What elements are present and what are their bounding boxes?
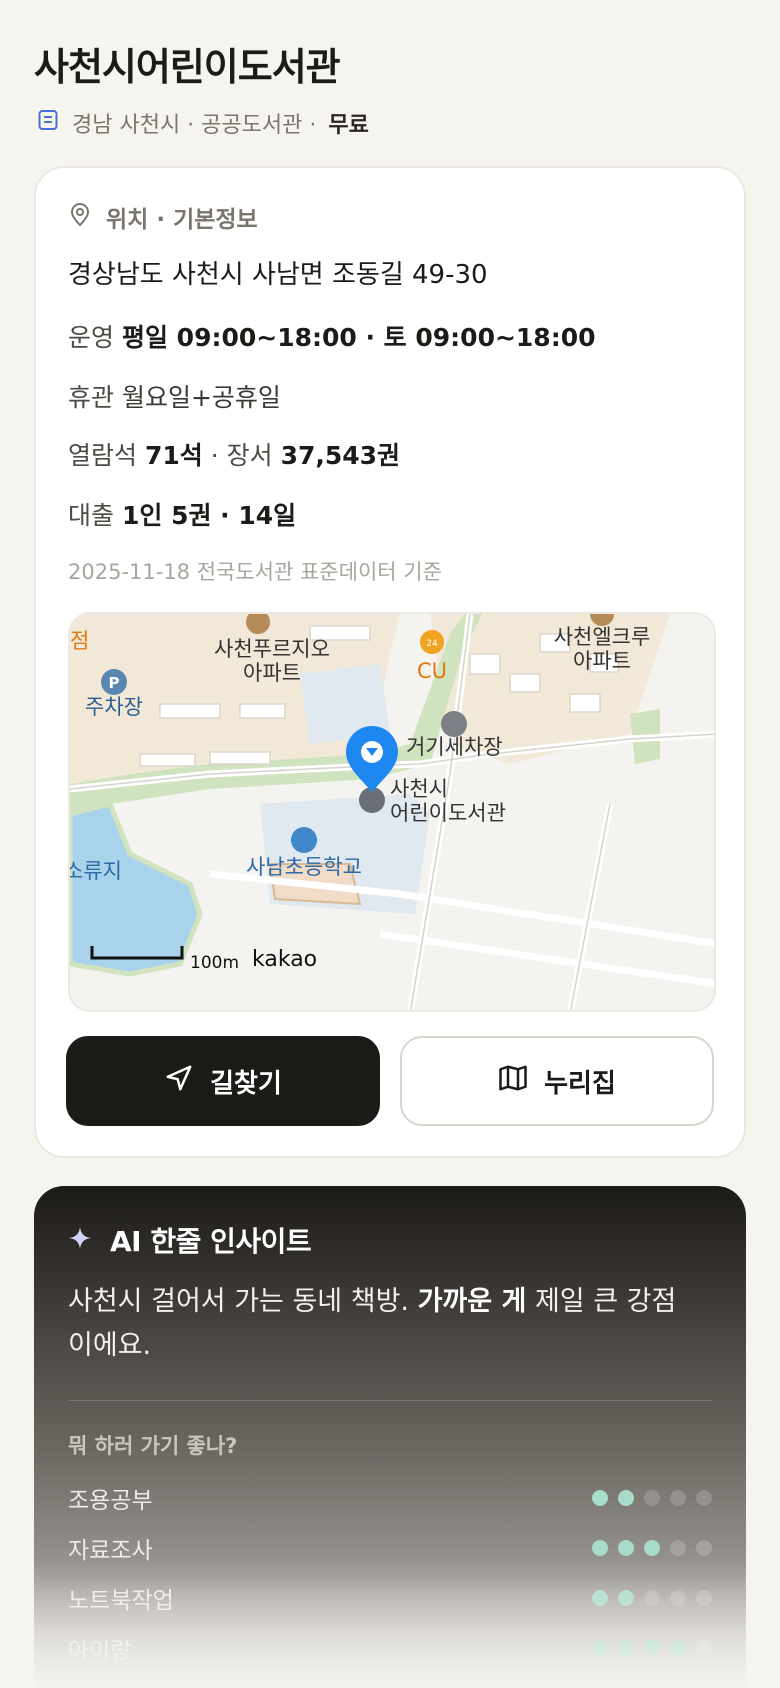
info-section-header: 위치 · 기본정보 [68,201,258,233]
map-label-apt1-name: 사천푸르지오 [214,637,330,661]
divider [68,1400,712,1401]
website-button[interactable]: 누리집 [400,1036,714,1126]
hours-label: 운영 [68,323,115,352]
loan-value: 1인 5권 · 14일 [121,501,297,530]
map-scale-label: 100m [190,953,239,973]
rating-dot [618,1590,634,1606]
hours-value: 평일 09:00~18:00 · 토 09:00~18:00 [121,323,596,352]
activity-row: 자료조사 [68,1532,712,1564]
sparkle-icon [68,1224,92,1257]
map-fold-icon [498,1063,528,1100]
map-label-apt1-suffix: 아파트 [243,661,301,685]
map-provider-logo: kakao [252,947,317,972]
activity-rating [592,1540,712,1556]
activity-row: 노트북작업 [68,1582,712,1614]
activity-name: 아이랑 [68,1638,132,1664]
rating-dot [592,1590,608,1606]
seats-label: 열람석 [68,441,138,470]
rating-dot [618,1490,634,1506]
activity-rating [592,1490,712,1506]
ai-insight-header: AI 한줄 인사이트 [68,1220,312,1260]
map-label-apt2-suffix: 아파트 [573,649,631,673]
rating-dot [696,1640,712,1656]
map-label-library-name: 사천시 [390,777,448,801]
seats-value: 71석 [144,441,203,470]
closed-label: 휴관 [68,383,115,412]
ai-insight-title: AI 한줄 인사이트 [110,1225,312,1258]
activity-name: 노트북작업 [68,1588,174,1614]
books-label: · 장서 [210,441,273,470]
website-label: 누리집 [544,1068,616,1099]
activity-rating [592,1590,712,1606]
map-label-library-suffix: 어린이도서관 [390,801,506,825]
rating-dot [696,1490,712,1506]
page-title: 사천시어린이도서관 [34,45,341,89]
rating-dot [618,1540,634,1556]
activity-row: 조용공부 [68,1482,712,1514]
rating-dot [592,1640,608,1656]
fee-badge: 무료 [328,113,369,138]
rating-dot [644,1540,660,1556]
rating-dot [670,1640,686,1656]
seats-and-books: 열람석 71석 · 장서 37,543권 [68,436,400,472]
document-icon [36,108,60,138]
address: 경상남도 사천시 사남면 조동길 49-30 [68,260,488,290]
rating-dot [670,1540,686,1556]
data-source-note: 2025-11-18 전국도서관 표준데이터 기준 [68,560,442,584]
map-label-carwash: 거기세차장 [406,735,503,759]
loan-label: 대출 [68,501,115,530]
info-card: 위치 · 기본정보 경상남도 사천시 사남면 조동길 49-30 운영 평일 0… [34,166,746,1158]
rating-dot [592,1540,608,1556]
ai-insight-card: AI 한줄 인사이트 사천시 걸어서 가는 동네 책방. 가까운 게 제일 큰 … [34,1186,746,1688]
rating-dot [592,1490,608,1506]
activity-name: 조용공부 [68,1488,153,1514]
directions-label: 길찾기 [210,1068,282,1099]
rating-dot [644,1490,660,1506]
map-label-edge-store: 점 [70,629,89,653]
map-label-apt2-name: 사천엘크루 [554,625,651,649]
map-parking-badge: P [109,674,120,692]
navigation-arrow-icon [164,1063,194,1100]
activities-title: 뭐 하러 가기 좋나? [68,1434,238,1458]
directions-button[interactable]: 길찾기 [66,1036,380,1126]
map-label-convenience: CU [417,659,447,683]
opening-hours: 운영 평일 09:00~18:00 · 토 09:00~18:00 [68,318,596,354]
map-cu-badge: 24 [426,639,438,649]
summary-highlight: 가까운 게 [417,1286,527,1317]
closed-days: 휴관 월요일+공휴일 [68,378,281,414]
rating-dot [670,1590,686,1606]
rating-dot [696,1590,712,1606]
meta-location-type: 경남 사천시 · 공공도서관 · [72,113,317,138]
rating-dot [644,1640,660,1656]
rating-dot [644,1590,660,1606]
map-label-parking: 주차장 [85,695,143,719]
ai-insight-summary: 사천시 걸어서 가는 동네 책방. 가까운 게 제일 큰 강점이에요. [68,1280,688,1368]
activity-rating [592,1640,712,1656]
rating-dot [670,1490,686,1506]
rating-dot [696,1540,712,1556]
books-value: 37,543권 [280,441,401,470]
closed-value: 월요일+공휴일 [121,383,281,412]
location-map[interactable]: 사천푸르지오 아파트 24 CU 사천엘크루 아파트 P 주차장 점 거기세차장… [68,612,716,1012]
map-label-reservoir: 소류지 [70,859,122,883]
rating-dot [618,1640,634,1656]
info-section-title: 위치 · 기본정보 [106,207,258,233]
activity-name: 자료조사 [68,1538,153,1564]
location-pin-icon [68,201,92,233]
summary-prefix: 사천시 걸어서 가는 동네 책방. [68,1286,409,1317]
map-label-school: 사남초등학교 [246,855,362,879]
activity-row: 아이랑 [68,1632,712,1664]
loan-policy: 대출 1인 5권 · 14일 [68,496,296,532]
library-meta: 경남 사천시 · 공공도서관 · 무료 [36,106,369,140]
